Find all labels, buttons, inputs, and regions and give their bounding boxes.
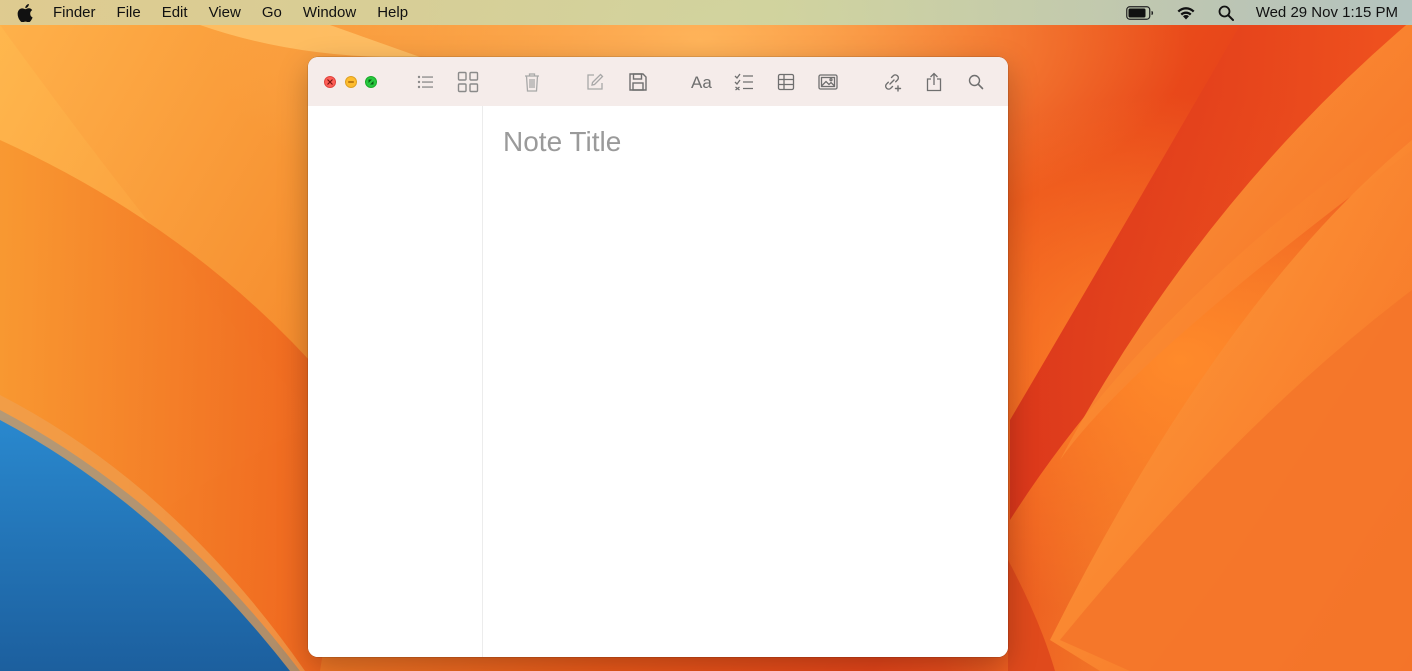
insert-media-button[interactable]	[816, 70, 840, 94]
menu-bar: Finder File Edit View Go Window Help Wed…	[0, 0, 1412, 25]
close-icon	[327, 79, 333, 85]
wifi-icon[interactable]	[1176, 5, 1196, 20]
spotlight-search-icon[interactable]	[1218, 5, 1234, 21]
gallery-view-icon	[457, 71, 479, 93]
notes-window: Aa	[308, 57, 1008, 657]
search-notes-button[interactable]	[964, 70, 988, 94]
search-icon	[968, 74, 984, 90]
gallery-view-button[interactable]	[456, 70, 480, 94]
minimize-icon	[348, 81, 354, 83]
format-text-button[interactable]: Aa	[690, 70, 714, 94]
battery-icon[interactable]	[1125, 5, 1154, 20]
link-icon	[885, 74, 902, 92]
apple-menu-icon[interactable]	[17, 3, 33, 22]
save-note-button[interactable]	[626, 70, 650, 94]
close-window-button[interactable]	[324, 76, 336, 88]
save-icon	[629, 73, 647, 91]
minimize-window-button[interactable]	[345, 76, 357, 88]
menu-view[interactable]: View	[209, 4, 241, 21]
menu-file[interactable]: File	[117, 4, 141, 21]
window-toolbar: Aa	[308, 57, 1008, 106]
table-button[interactable]	[774, 70, 798, 94]
note-title-input[interactable]	[503, 126, 983, 158]
trash-icon	[525, 73, 539, 92]
menu-help[interactable]: Help	[377, 4, 408, 21]
list-view-button[interactable]	[414, 70, 438, 94]
new-note-button[interactable]	[583, 70, 607, 94]
menu-clock[interactable]: Wed 29 Nov 1:15 PM	[1256, 4, 1398, 21]
fullscreen-icon	[368, 79, 374, 85]
checklist-button[interactable]	[732, 70, 756, 94]
fullscreen-window-button[interactable]	[365, 76, 377, 88]
menu-edit[interactable]: Edit	[162, 4, 188, 21]
svg-text:Aa: Aa	[691, 74, 712, 90]
compose-icon	[587, 73, 604, 90]
share-button[interactable]	[922, 70, 946, 94]
menu-finder[interactable]: Finder	[53, 4, 96, 21]
menu-window[interactable]: Window	[303, 4, 356, 21]
list-view-icon	[417, 75, 433, 89]
note-editor[interactable]	[483, 106, 1008, 657]
share-icon	[926, 72, 942, 92]
table-icon	[777, 73, 795, 91]
menu-extras: Wed 29 Nov 1:15 PM	[1104, 0, 1398, 25]
text-format-icon: Aa	[691, 74, 712, 90]
menu-go[interactable]: Go	[262, 4, 282, 21]
delete-note-button[interactable]	[520, 70, 544, 94]
add-link-button[interactable]	[880, 70, 904, 94]
checklist-icon	[734, 73, 753, 91]
photo-icon	[818, 74, 838, 90]
notes-list-sidebar[interactable]	[308, 106, 483, 657]
